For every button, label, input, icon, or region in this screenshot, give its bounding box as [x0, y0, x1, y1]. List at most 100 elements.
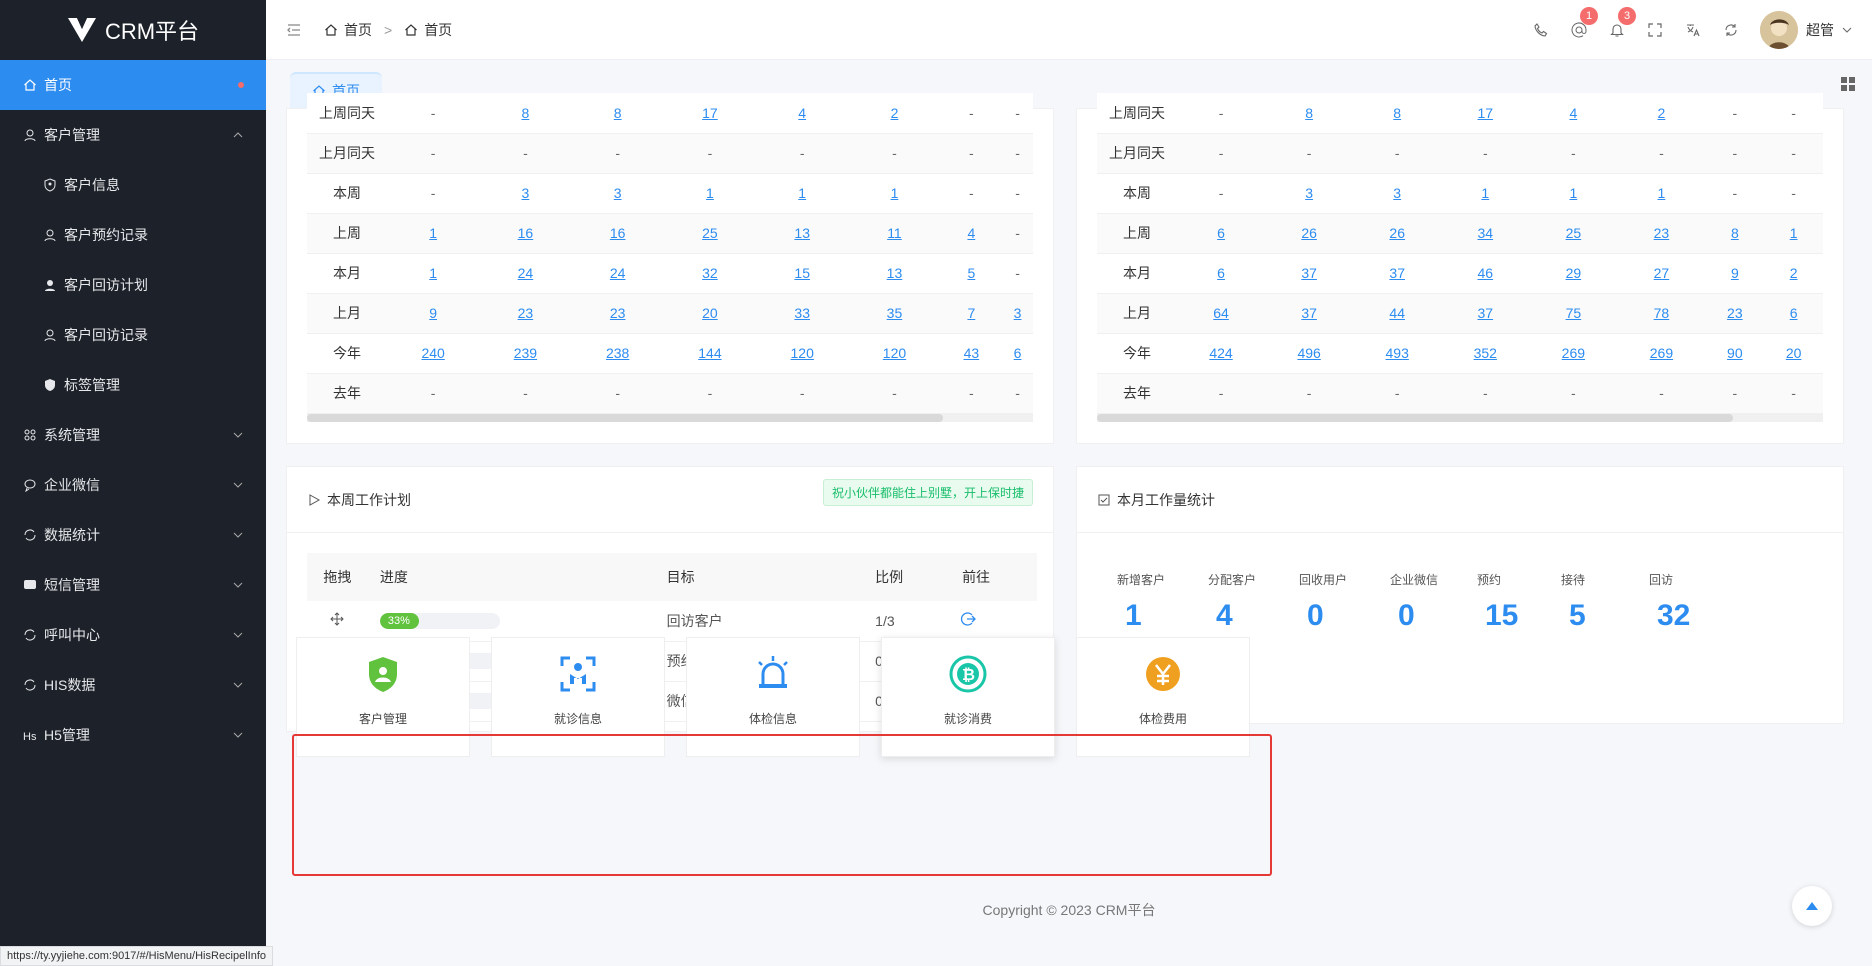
cell-link[interactable]: 26	[1301, 225, 1317, 241]
cell-link[interactable]: 240	[421, 345, 444, 361]
sidebar-item[interactable]: 呼叫中心	[0, 610, 266, 660]
breadcrumb-item[interactable]: 首页	[424, 20, 452, 40]
cell-link[interactable]: 6	[1790, 305, 1798, 321]
cell-link[interactable]: 6	[1014, 345, 1022, 361]
cell-link[interactable]: 3	[522, 185, 530, 201]
cell-link[interactable]: 44	[1389, 305, 1405, 321]
horizontal-scrollbar[interactable]	[307, 413, 1033, 422]
sidebar-item[interactable]: 标签管理	[0, 360, 266, 410]
cell-link[interactable]: 13	[794, 225, 810, 241]
cell-link[interactable]: 29	[1566, 265, 1582, 281]
cell-link[interactable]: 2	[891, 105, 899, 121]
sidebar-item[interactable]: 短信管理	[0, 560, 266, 610]
cell-link[interactable]: 24	[610, 265, 626, 281]
cell-link[interactable]: 3	[1305, 185, 1313, 201]
cell-link[interactable]: 144	[698, 345, 721, 361]
cell-link[interactable]: 496	[1297, 345, 1320, 361]
sidebar-item[interactable]: 客户信息	[0, 160, 266, 210]
sidebar-item[interactable]: 数据统计	[0, 510, 266, 560]
grid-menu-icon[interactable]	[1840, 76, 1856, 92]
cell-link[interactable]: 9	[1731, 265, 1739, 281]
cell-link[interactable]: 46	[1477, 265, 1493, 281]
stat-value[interactable]: 0	[1307, 599, 1324, 633]
horizontal-scrollbar[interactable]	[1097, 413, 1823, 422]
cell-link[interactable]: 32	[702, 265, 718, 281]
phone-icon[interactable]	[1532, 21, 1550, 39]
sidebar-item[interactable]: 客户回访计划	[0, 260, 266, 310]
cell-link[interactable]: 37	[1477, 305, 1493, 321]
translate-icon[interactable]	[1684, 21, 1702, 39]
cell-link[interactable]: 1	[1481, 185, 1489, 201]
breadcrumb-item[interactable]: 首页	[344, 20, 372, 40]
cell-link[interactable]: 37	[1389, 265, 1405, 281]
cell-link[interactable]: 23	[1654, 225, 1670, 241]
refresh-icon[interactable]	[1722, 21, 1740, 39]
cell-link[interactable]: 25	[1566, 225, 1582, 241]
cell-link[interactable]: 37	[1301, 305, 1317, 321]
cell-link[interactable]: 8	[1731, 225, 1739, 241]
cell-link[interactable]: 25	[702, 225, 718, 241]
cell-link[interactable]: 20	[702, 305, 718, 321]
cell-link[interactable]: 6	[1217, 225, 1225, 241]
cell-link[interactable]: 8	[614, 105, 622, 121]
sidebar-item[interactable]: 客户回访记录	[0, 310, 266, 360]
cell-link[interactable]: 15	[794, 265, 810, 281]
cell-link[interactable]: 7	[967, 305, 975, 321]
cell-link[interactable]: 424	[1209, 345, 1232, 361]
cell-link[interactable]: 90	[1727, 345, 1743, 361]
cell-link[interactable]: 5	[967, 265, 975, 281]
stat-value[interactable]: 15	[1485, 599, 1518, 633]
fullscreen-icon[interactable]	[1646, 21, 1664, 39]
sidebar-item[interactable]: HIS数据	[0, 660, 266, 710]
stat-value[interactable]: 4	[1216, 599, 1233, 633]
cell-link[interactable]: 269	[1650, 345, 1673, 361]
stat-value[interactable]: 1	[1125, 599, 1142, 633]
sidebar-item[interactable]: 客户预约记录	[0, 210, 266, 260]
cell-link[interactable]: 17	[702, 105, 718, 121]
cell-link[interactable]: 34	[1477, 225, 1493, 241]
cell-link[interactable]: 269	[1562, 345, 1585, 361]
cell-link[interactable]: 8	[1305, 105, 1313, 121]
cell-link[interactable]: 1	[1569, 185, 1577, 201]
cell-link[interactable]: 11	[887, 225, 902, 241]
sidebar-item[interactable]: Hs H5管理	[0, 710, 266, 760]
cell-link[interactable]: 13	[887, 265, 903, 281]
stat-value[interactable]: 0	[1398, 599, 1415, 633]
sidebar-item[interactable]: 企业微信	[0, 460, 266, 510]
cell-link[interactable]: 238	[606, 345, 629, 361]
scrollbar-thumb[interactable]	[1097, 413, 1733, 422]
stat-value[interactable]: 32	[1657, 599, 1690, 633]
cell-link[interactable]: 6	[1217, 265, 1225, 281]
cell-link[interactable]: 16	[518, 225, 534, 241]
user-menu[interactable]: 超管	[1760, 11, 1852, 49]
cell-link[interactable]: 1	[429, 225, 437, 241]
cell-link[interactable]: 3	[1014, 305, 1022, 321]
cell-link[interactable]: 23	[1727, 305, 1743, 321]
drag-handle-icon[interactable]	[330, 612, 345, 626]
cell-link[interactable]: 1	[1658, 185, 1666, 201]
cell-link[interactable]: 35	[887, 305, 903, 321]
sidebar-item[interactable]: 首页	[0, 60, 266, 110]
cell-link[interactable]: 3	[1393, 185, 1401, 201]
cell-link[interactable]: 37	[1301, 265, 1317, 281]
cell-link[interactable]: 23	[518, 305, 534, 321]
cell-link[interactable]: 26	[1389, 225, 1405, 241]
cell-link[interactable]: 24	[518, 265, 534, 281]
cell-link[interactable]: 17	[1477, 105, 1493, 121]
cell-link[interactable]: 120	[791, 345, 814, 361]
cell-link[interactable]: 33	[794, 305, 810, 321]
stat-value[interactable]: 5	[1569, 599, 1586, 633]
cell-link[interactable]: 4	[798, 105, 806, 121]
cell-link[interactable]: 1	[1790, 225, 1798, 241]
cell-link[interactable]: 1	[429, 265, 437, 281]
sidebar-item[interactable]: 客户管理	[0, 110, 266, 160]
scrollbar-thumb[interactable]	[307, 413, 943, 422]
back-to-top-button[interactable]	[1792, 886, 1832, 926]
cell-link[interactable]: 1	[891, 185, 899, 201]
cell-link[interactable]: 78	[1654, 305, 1670, 321]
cell-link[interactable]: 23	[610, 305, 626, 321]
cell-link[interactable]: 64	[1213, 305, 1229, 321]
bell-icon[interactable]: 3	[1608, 7, 1636, 39]
cell-link[interactable]: 16	[610, 225, 626, 241]
cell-link[interactable]: 75	[1566, 305, 1582, 321]
